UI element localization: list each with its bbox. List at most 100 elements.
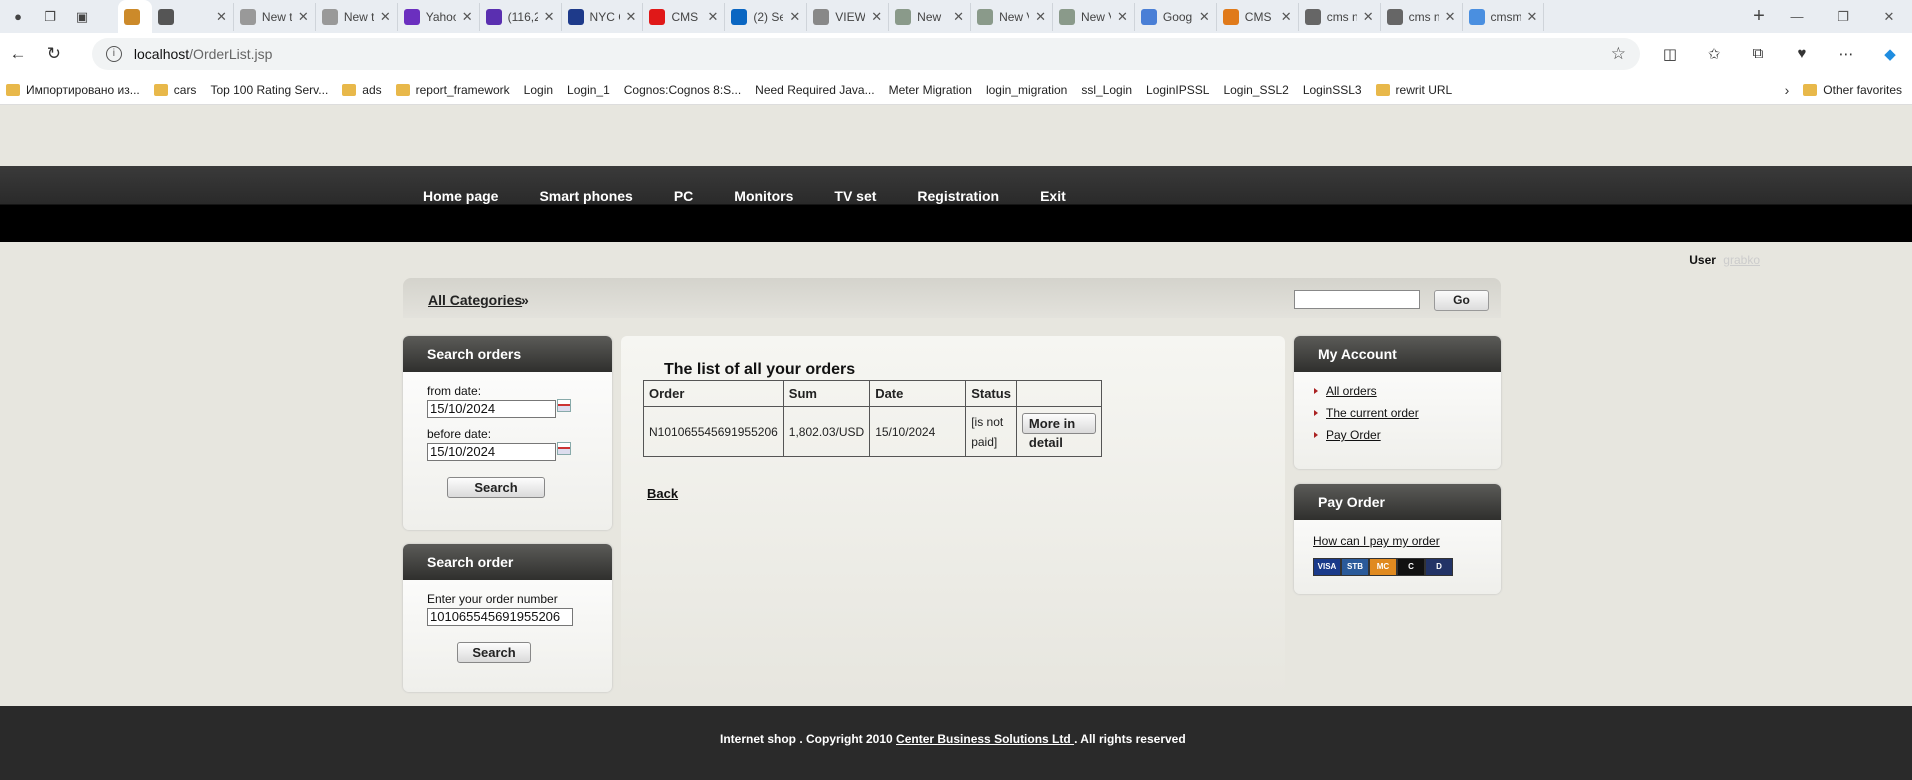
browser-tab[interactable] [118,0,152,33]
browser-tab[interactable]: New ✕ [889,2,972,31]
bookmark-item[interactable]: Meter Migration [0,83,972,195]
bookmark-item[interactable]: rewrit URL [1375,83,1452,97]
favorite-star-icon[interactable]: ☆ [1611,44,1626,64]
tab-close-icon[interactable]: ✕ [462,9,473,25]
account-link-the-current-order[interactable]: The current order [1314,406,1419,420]
browser-tab[interactable]: New t ✕ [234,2,316,31]
tab-close-icon[interactable]: ✕ [1527,9,1538,25]
bookmark-item[interactable]: ssl_Login [0,83,1132,195]
account-link-all-orders[interactable]: All orders [1314,384,1419,398]
menu-item-registration[interactable]: Registration [917,188,999,204]
tab-close-icon[interactable]: ✕ [1363,9,1374,25]
bookmark-item[interactable]: Top 100 Rating Serv... [0,83,328,195]
back-arrow-icon[interactable]: ← [0,44,36,64]
order-number-input[interactable]: 101065545691955206 [427,608,573,626]
tab-actions-icon[interactable]: ▣ [68,5,96,29]
tab-close-icon[interactable]: ✕ [1117,9,1128,25]
split-screen-icon[interactable]: ◫ [1648,45,1692,63]
go-button[interactable]: Go [1434,290,1489,311]
menu-item-home-page[interactable]: Home page [423,188,498,204]
menu-item-exit[interactable]: Exit [1040,188,1066,204]
bookmarks-overflow-chevron-icon[interactable]: › [1785,82,1790,98]
bookmark-item[interactable]: Login_SSL2 [0,83,1289,195]
browser-tab[interactable]: New t ✕ [316,2,398,31]
browser-tab[interactable]: (2) Se ✕ [725,2,808,31]
bookmark-item[interactable]: ads [342,83,382,97]
bookmark-item[interactable]: report_framework [395,83,510,97]
top-search-input[interactable] [1294,290,1420,309]
browser-tab[interactable]: cms n ✕ [1299,2,1381,31]
bookmark-item[interactable]: Login [0,83,553,195]
url-field[interactable]: i localhost/OrderList.jsp ☆ [91,38,1640,70]
collections-icon[interactable]: ⧉ [1736,45,1780,63]
tab-close-icon[interactable]: ✕ [707,9,718,25]
browser-tab[interactable]: cms n ✕ [1381,2,1463,31]
tab-close-icon[interactable]: ✕ [298,9,309,25]
user-name-link[interactable]: grabko [1723,253,1760,267]
browser-tab[interactable]: VIEW ✕ [807,2,890,31]
bookmark-item[interactable]: Login_1 [0,83,610,195]
bookmark-item[interactable]: Need Required Java... [0,83,875,195]
search-orders-button[interactable]: Search [447,477,545,498]
tab-close-icon[interactable]: ✕ [544,9,555,25]
menu-item-pc[interactable]: PC [674,188,693,204]
workspaces-icon[interactable]: ❐ [36,5,64,29]
browser-tab[interactable]: (116,2 ✕ [480,2,562,31]
tab-close-icon[interactable]: ✕ [380,9,391,25]
restore-icon[interactable]: ❐ [1820,9,1866,25]
browser-tab[interactable]: CMS ✕ [1217,2,1299,31]
bookmark-item[interactable]: Импортировано из... [6,83,140,97]
browser-tab[interactable]: New V ✕ [971,2,1053,31]
browser-tab[interactable]: New V ✕ [1053,2,1135,31]
menu-item-monitors[interactable]: Monitors [734,188,793,204]
browser-tab[interactable]: cmsm ✕ [1463,2,1545,31]
bookmark-item[interactable]: Cognos:Cognos 8:S... [0,83,741,195]
new-tab-button[interactable]: + [1744,5,1774,28]
tab-close-icon[interactable]: ✕ [1445,9,1456,25]
calendar-icon[interactable] [557,399,571,412]
menu-item-smart-phones[interactable]: Smart phones [539,188,632,204]
tab-title: cms n [1326,9,1357,24]
browser-tab[interactable]: ✕ [152,2,234,31]
copilot-icon[interactable]: ◆ [1868,45,1912,63]
close-window-icon[interactable]: ✕ [1866,9,1912,25]
more-in-detail-button[interactable]: More in detail [1021,413,1096,450]
other-favorites[interactable]: Other favorites [1803,83,1902,97]
bookmark-item[interactable]: login_migration [0,83,1067,195]
footer-company-link[interactable]: Center Business Solutions Ltd [896,732,1074,746]
account-link-pay-order[interactable]: Pay Order [1314,428,1419,442]
reload-icon[interactable]: ↻ [36,44,72,64]
bookmark-item[interactable]: LoginSSL3 [0,83,1362,195]
calendar-icon[interactable] [557,442,571,455]
more-menu-icon[interactable]: ⋯ [1824,45,1868,63]
bookmark-item[interactable]: LoginIPSSL [0,83,1209,195]
tab-close-icon[interactable]: ✕ [953,9,964,25]
search-order-button[interactable]: Search [457,642,531,663]
tab-close-icon[interactable]: ✕ [216,9,227,25]
tab-close-icon[interactable]: ✕ [1281,9,1292,25]
breadcrumb-all-categories[interactable]: All Categories [428,292,522,308]
favorites-icon[interactable]: ✩ [1692,45,1736,63]
site-info-icon[interactable]: i [105,46,122,62]
menu-item-tv-set[interactable]: TV set [834,188,876,204]
footer-text: Internet shop . Copyright 2010 Center Bu… [720,732,1186,746]
tab-close-icon[interactable]: ✕ [789,9,800,25]
bookmark-label: cars [173,82,197,97]
bookmark-item[interactable]: cars [153,82,197,97]
tab-close-icon[interactable]: ✕ [871,9,882,25]
tab-close-icon[interactable]: ✕ [1035,9,1046,25]
tab-close-icon[interactable]: ✕ [1199,9,1210,25]
folder-icon [6,83,20,96]
browser-tab[interactable]: Googl ✕ [1135,2,1217,31]
back-link[interactable]: Back [647,486,678,501]
extensions-icon[interactable]: ♥ [1780,45,1824,63]
tab-close-icon[interactable]: ✕ [626,9,637,25]
browser-tab[interactable]: CMS ✕ [643,2,726,31]
profile-icon[interactable]: ● [4,5,32,29]
browser-tab[interactable]: NYC C ✕ [562,2,644,31]
minimize-icon[interactable]: — [1774,9,1820,25]
browser-tab[interactable]: Yahoo ✕ [398,2,480,31]
from-date-input[interactable]: 15/10/2024 [427,400,556,418]
how-to-pay-link[interactable]: How can I pay my order [1313,534,1440,548]
before-date-input[interactable]: 15/10/2024 [427,443,556,461]
